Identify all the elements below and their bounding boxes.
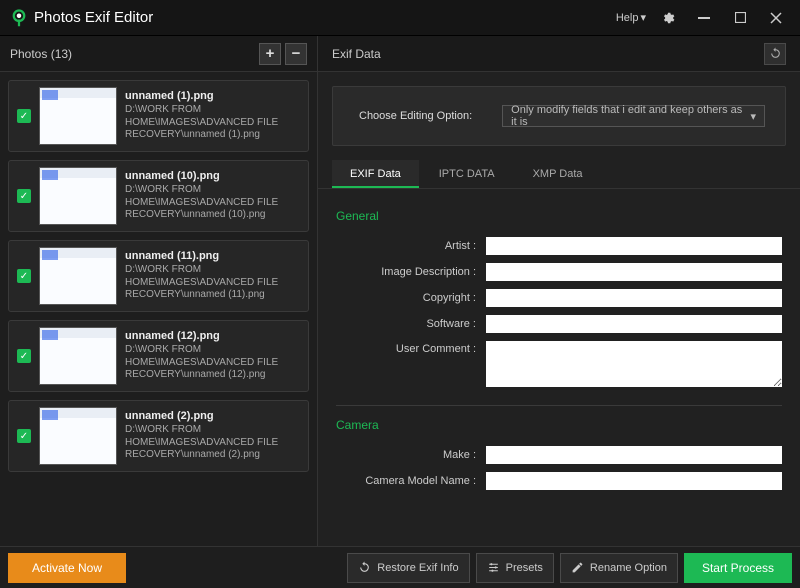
rename-button[interactable]: Rename Option xyxy=(560,553,678,583)
photo-thumbnail xyxy=(39,247,117,305)
artist-input[interactable] xyxy=(486,237,782,255)
footer: Activate Now Restore Exif Info Presets R… xyxy=(0,546,800,588)
editing-option-label: Choose Editing Option: xyxy=(359,110,472,122)
photo-item[interactable]: ✓ unnamed (12).png D:\WORK FROM HOME\IMAGE… xyxy=(8,320,309,392)
photo-filename: unnamed (1).png xyxy=(125,90,300,102)
help-menu[interactable]: Help ▾ xyxy=(616,11,646,24)
chevron-down-icon: ▾ xyxy=(750,110,756,123)
exif-panel-header: Exif Data xyxy=(318,36,800,72)
minimize-button[interactable] xyxy=(690,4,718,32)
artist-label: Artist : xyxy=(336,240,486,252)
photo-filepath: D:\WORK FROM HOME\IMAGES\ADVANCED FILE R… xyxy=(125,104,300,142)
exif-panel: Exif Data Choose Editing Option: Only mo… xyxy=(318,36,800,546)
editing-option-value: Only modify fields that i edit and keep … xyxy=(511,104,750,128)
gear-icon xyxy=(661,11,675,25)
photo-meta: unnamed (10).png D:\WORK FROM HOME\IMAGES… xyxy=(125,170,300,222)
photo-meta: unnamed (12).png D:\WORK FROM HOME\IMAGES… xyxy=(125,330,300,382)
refresh-button[interactable] xyxy=(764,43,786,65)
photo-filename: unnamed (2).png xyxy=(125,410,300,422)
photo-filename: unnamed (12).png xyxy=(125,330,300,342)
photo-filepath: D:\WORK FROM HOME\IMAGES\ADVANCED FILE R… xyxy=(125,424,300,462)
photo-thumbnail xyxy=(39,167,117,225)
tab-iptc-data[interactable]: IPTC DATA xyxy=(421,160,513,188)
app-logo-wrap: Photos Exif Editor xyxy=(10,9,153,27)
photo-filepath: D:\WORK FROM HOME\IMAGES\ADVANCED FILE R… xyxy=(125,184,300,222)
plus-icon: + xyxy=(266,45,275,62)
photo-filename: unnamed (10).png xyxy=(125,170,300,182)
exif-form: General Artist : Image Description : Cop… xyxy=(318,189,800,546)
close-button[interactable] xyxy=(762,4,790,32)
photo-item[interactable]: ✓ unnamed (2).png D:\WORK FROM HOME\IMAGES… xyxy=(8,400,309,472)
minus-icon: − xyxy=(292,45,301,62)
photo-thumbnail xyxy=(39,407,117,465)
app-logo-icon xyxy=(10,9,28,27)
photo-checkbox[interactable]: ✓ xyxy=(17,429,31,443)
photo-meta: unnamed (11).png D:\WORK FROM HOME\IMAGES… xyxy=(125,250,300,302)
make-label: Make : xyxy=(336,449,486,461)
photos-panel-header: Photos (13) + − xyxy=(0,36,317,72)
photos-count-label: Photos (13) xyxy=(10,47,72,61)
sliders-icon xyxy=(487,561,500,574)
section-divider xyxy=(336,405,782,406)
camera-model-input[interactable] xyxy=(486,472,782,490)
presets-label: Presets xyxy=(506,562,543,574)
user-comment-input[interactable] xyxy=(486,341,782,387)
make-input[interactable] xyxy=(486,446,782,464)
exif-tabs: EXIF DataIPTC DATAXMP Data xyxy=(318,160,800,189)
photo-filepath: D:\WORK FROM HOME\IMAGES\ADVANCED FILE R… xyxy=(125,264,300,302)
tab-xmp-data[interactable]: XMP Data xyxy=(515,160,601,188)
exif-panel-title: Exif Data xyxy=(332,47,381,61)
photo-checkbox[interactable]: ✓ xyxy=(17,189,31,203)
photo-item[interactable]: ✓ unnamed (10).png D:\WORK FROM HOME\IMAGE… xyxy=(8,160,309,232)
remove-photo-button[interactable]: − xyxy=(285,43,307,65)
photos-panel: Photos (13) + − ✓ unnamed (1).png D:\WORK … xyxy=(0,36,318,546)
section-camera-title: Camera xyxy=(336,418,782,432)
editing-option-select[interactable]: Only modify fields that i edit and keep … xyxy=(502,105,765,127)
settings-button[interactable] xyxy=(654,4,682,32)
software-label: Software : xyxy=(336,318,486,330)
camera-model-label: Camera Model Name : xyxy=(336,475,486,487)
photo-checkbox[interactable]: ✓ xyxy=(17,269,31,283)
image-description-input[interactable] xyxy=(486,263,782,281)
maximize-icon xyxy=(735,12,746,23)
software-input[interactable] xyxy=(486,315,782,333)
maximize-button[interactable] xyxy=(726,4,754,32)
section-general-title: General xyxy=(336,209,782,223)
photo-item[interactable]: ✓ unnamed (11).png D:\WORK FROM HOME\IMAGE… xyxy=(8,240,309,312)
titlebar: Photos Exif Editor Help ▾ xyxy=(0,0,800,36)
image-description-label: Image Description : xyxy=(336,266,486,278)
photo-filename: unnamed (11).png xyxy=(125,250,300,262)
add-photo-button[interactable]: + xyxy=(259,43,281,65)
user-comment-label: User Comment : xyxy=(336,341,486,355)
photo-meta: unnamed (2).png D:\WORK FROM HOME\IMAGES\… xyxy=(125,410,300,462)
photo-item[interactable]: ✓ unnamed (1).png D:\WORK FROM HOME\IMAGES… xyxy=(8,80,309,152)
photo-thumbnail xyxy=(39,327,117,385)
photo-meta: unnamed (1).png D:\WORK FROM HOME\IMAGES\… xyxy=(125,90,300,142)
photo-checkbox[interactable]: ✓ xyxy=(17,349,31,363)
photo-thumbnail xyxy=(39,87,117,145)
photo-checkbox[interactable]: ✓ xyxy=(17,109,31,123)
chevron-down-icon: ▾ xyxy=(640,11,646,24)
tab-exif-data[interactable]: EXIF Data xyxy=(332,160,419,188)
presets-button[interactable]: Presets xyxy=(476,553,554,583)
start-process-button[interactable]: Start Process xyxy=(684,553,792,583)
copyright-input[interactable] xyxy=(486,289,782,307)
refresh-icon xyxy=(769,47,782,60)
photo-filepath: D:\WORK FROM HOME\IMAGES\ADVANCED FILE R… xyxy=(125,344,300,382)
pencil-icon xyxy=(571,561,584,574)
app-title: Photos Exif Editor xyxy=(34,9,153,26)
photo-list[interactable]: ✓ unnamed (1).png D:\WORK FROM HOME\IMAGES… xyxy=(0,72,317,546)
editing-option-row: Choose Editing Option: Only modify field… xyxy=(332,86,786,146)
close-icon xyxy=(770,12,782,24)
copyright-label: Copyright : xyxy=(336,292,486,304)
help-label: Help xyxy=(616,12,639,24)
rename-label: Rename Option xyxy=(590,562,667,574)
restore-icon xyxy=(358,561,371,574)
restore-exif-button[interactable]: Restore Exif Info xyxy=(347,553,469,583)
restore-exif-label: Restore Exif Info xyxy=(377,562,458,574)
activate-button[interactable]: Activate Now xyxy=(8,553,126,583)
minimize-icon xyxy=(698,12,710,24)
